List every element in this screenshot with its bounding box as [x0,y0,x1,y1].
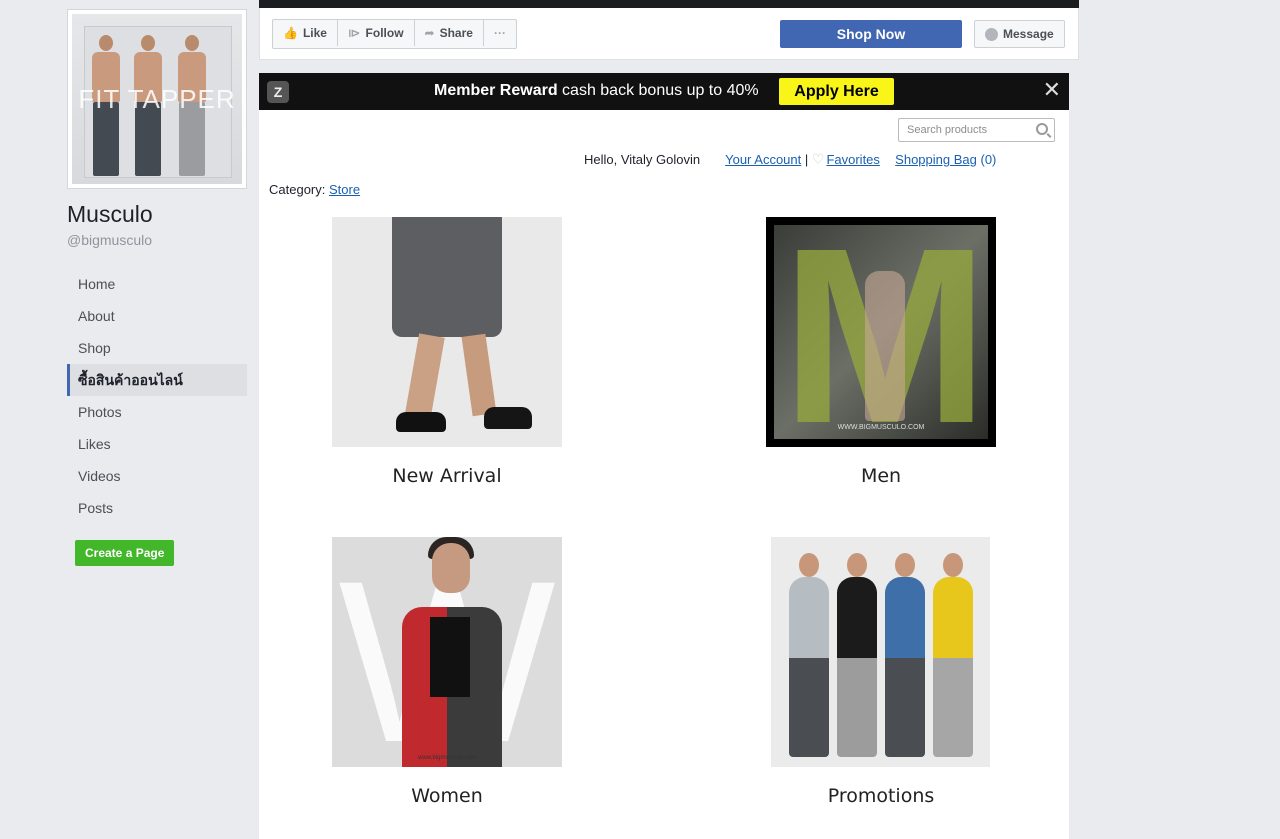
thumbs-up-icon: 👍 [283,26,298,40]
app-logo-icon: Z [267,81,289,103]
page-profile-picture[interactable]: FIT TAPPER [67,9,247,189]
message-button[interactable]: Message [974,20,1065,48]
new-arrival-image[interactable] [332,217,562,447]
banner-bold-text: Member Reward [434,82,558,99]
share-button[interactable]: ➦ Share [415,20,484,46]
men-image[interactable]: M WWW.BIGMUSCULO.COM [766,217,996,447]
category-breadcrumb: Category: Store [269,182,360,197]
heart-icon: ♡ [811,151,825,167]
nav-item-photos[interactable]: Photos [67,396,247,428]
rss-icon: ⧐ [347,26,361,40]
greeting-text: Hello, Vitaly Golovin [584,152,701,167]
tile-label[interactable]: New Arrival [332,465,562,487]
banner-body-text: cash back bonus up to 40% [557,82,759,99]
message-label: Message [1003,27,1054,41]
women-image[interactable]: W www.bigmusculo.com [332,537,562,767]
category-tile-women[interactable]: W www.bigmusculo.com Women [332,537,562,807]
page-name[interactable]: Musculo [67,201,153,228]
search-box[interactable] [898,118,1055,142]
nav-item-likes[interactable]: Likes [67,428,247,460]
store-panel: Hello, Vitaly Golovin Your Account | ♡Fa… [259,110,1069,839]
ellipsis-icon: ··· [493,26,506,40]
page-nav: Home About Shop ซื้อสินค้าออนไลน์ Photos… [67,268,247,524]
search-input[interactable] [899,119,1043,141]
promotions-image[interactable] [771,537,990,767]
nav-item-videos[interactable]: Videos [67,460,247,492]
share-label: Share [439,26,473,40]
image-watermark: www.bigmusculo.com [418,755,476,761]
profile-watermark: FIT TAPPER [78,84,236,114]
close-icon[interactable]: ✕ [1043,79,1061,101]
category-tile-men[interactable]: M WWW.BIGMUSCULO.COM Men [766,217,996,487]
category-tile-promotions[interactable]: Promotions [766,537,996,807]
search-icon[interactable] [1036,123,1048,135]
tile-label[interactable]: Promotions [766,785,996,807]
follow-button[interactable]: ⧐ Follow [338,20,415,46]
shop-now-button[interactable]: Shop Now [780,20,962,48]
image-watermark: WWW.BIGMUSCULO.COM [837,424,925,431]
messenger-icon [985,27,998,41]
nav-item-posts[interactable]: Posts [67,492,247,524]
nav-item-online-store[interactable]: ซื้อสินค้าออนไลน์ [67,364,247,396]
separator: | [804,152,809,167]
profile-photo-image: FIT TAPPER [72,14,242,184]
member-reward-banner: Z Member Reward cash back bonus up to 40… [259,73,1069,110]
apply-here-button[interactable]: Apply Here [779,78,894,105]
follow-label: Follow [365,26,404,40]
create-page-button[interactable]: Create a Page [75,540,175,566]
page-handle[interactable]: @bigmusculo [67,232,152,248]
tile-label[interactable]: Women [332,785,562,807]
banner-text: Member Reward cash back bonus up to 40% [434,82,759,100]
category-tile-new-arrival[interactable]: New Arrival [332,217,562,487]
category-store-link[interactable]: Store [329,182,360,197]
cover-photo-edge [259,0,1079,8]
nav-item-shop[interactable]: Shop [67,332,247,364]
like-label: Like [302,26,327,40]
tile-label[interactable]: Men [766,465,996,487]
action-button-group: 👍 Like ⧐ Follow ➦ Share ··· [272,19,517,49]
category-label: Category: [269,182,326,197]
account-row: Hello, Vitaly Golovin Your Account | ♡ Fa… [584,151,996,168]
nav-item-home[interactable]: Home [67,268,247,300]
favorites-link[interactable]: Favorites [826,152,879,167]
bag-count[interactable]: (0) [980,152,996,167]
share-arrow-icon: ➦ [424,26,435,40]
like-button[interactable]: 👍 Like [273,20,338,46]
page-action-bar: 👍 Like ⧐ Follow ➦ Share ··· Shop Now Mes… [259,8,1079,60]
shopping-bag-link[interactable]: Shopping Bag [895,152,977,167]
more-options-button[interactable]: ··· [484,20,516,46]
your-account-link[interactable]: Your Account [725,152,801,167]
nav-item-about[interactable]: About [67,300,247,332]
